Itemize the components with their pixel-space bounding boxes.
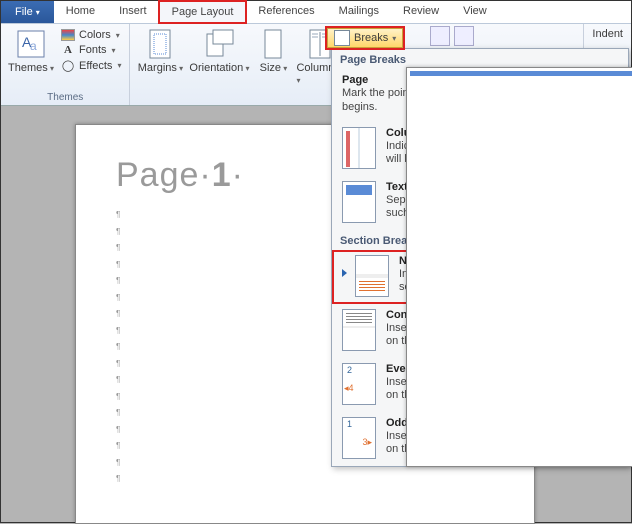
fonts-label: Fonts <box>79 44 107 56</box>
text-wrapping-icon <box>342 181 376 223</box>
page-break-icon <box>406 67 632 467</box>
orientation-icon <box>203 28 235 60</box>
watermark-icon[interactable] <box>430 26 450 46</box>
effects-button[interactable]: ◯ Effects <box>59 58 123 73</box>
tab-review[interactable]: Review <box>391 1 451 23</box>
page-title-number: 1 <box>212 156 232 194</box>
colors-label: Colors <box>79 29 111 41</box>
tab-page-layout[interactable]: Page Layout <box>159 1 247 23</box>
breaks-button[interactable]: Breaks <box>327 28 403 48</box>
group-themes-label: Themes <box>7 92 123 105</box>
themes-button[interactable]: Aa Themes <box>7 26 55 74</box>
size-button[interactable]: Size <box>254 26 292 74</box>
colors-button[interactable]: Colors <box>59 28 123 42</box>
colors-icon <box>61 29 75 41</box>
themes-options: Colors A Fonts ◯ Effects <box>59 26 123 73</box>
effects-label: Effects <box>79 60 112 72</box>
page-title-suffix: · <box>232 156 244 194</box>
tab-view[interactable]: View <box>451 1 499 23</box>
effects-icon: ◯ <box>61 59 75 72</box>
column-break-icon <box>342 127 376 169</box>
size-label: Size <box>260 62 288 74</box>
breaks-label: Breaks <box>354 32 388 44</box>
ribbon-tabs: File Home Insert Page Layout References … <box>1 1 631 24</box>
tab-mailings[interactable]: Mailings <box>327 1 391 23</box>
fonts-icon: A <box>61 44 75 56</box>
group-themes: Aa Themes Colors A Fonts ◯ Effects Themes <box>1 24 130 105</box>
svg-text:a: a <box>30 39 37 53</box>
margins-button[interactable]: Margins <box>136 26 184 74</box>
page-borders-icon[interactable] <box>454 26 474 46</box>
tab-insert[interactable]: Insert <box>107 1 159 23</box>
fonts-button[interactable]: A Fonts <box>59 43 123 57</box>
themes-icon: Aa <box>15 28 47 60</box>
tab-file[interactable]: File <box>1 1 54 23</box>
menu-page[interactable]: PageMark the point at which a page ends … <box>332 69 628 122</box>
orientation-label: Orientation <box>189 62 249 74</box>
page-title-prefix: Page· <box>116 156 212 194</box>
even-page-icon <box>342 363 376 405</box>
odd-page-icon <box>342 417 376 459</box>
size-icon <box>257 28 289 60</box>
breaks-dropdown: Page Breaks PageMark the point at which … <box>331 48 629 467</box>
page-breaks-header: Page Breaks <box>332 49 628 69</box>
margins-label: Margins <box>138 62 183 74</box>
tab-references[interactable]: References <box>246 1 326 23</box>
themes-label: Themes <box>8 62 54 74</box>
margins-icon <box>144 28 176 60</box>
selection-indicator-icon <box>342 269 347 277</box>
tab-home[interactable]: Home <box>54 1 107 23</box>
continuous-icon <box>342 309 376 351</box>
orientation-button[interactable]: Orientation <box>188 26 250 74</box>
next-page-icon <box>355 255 389 297</box>
